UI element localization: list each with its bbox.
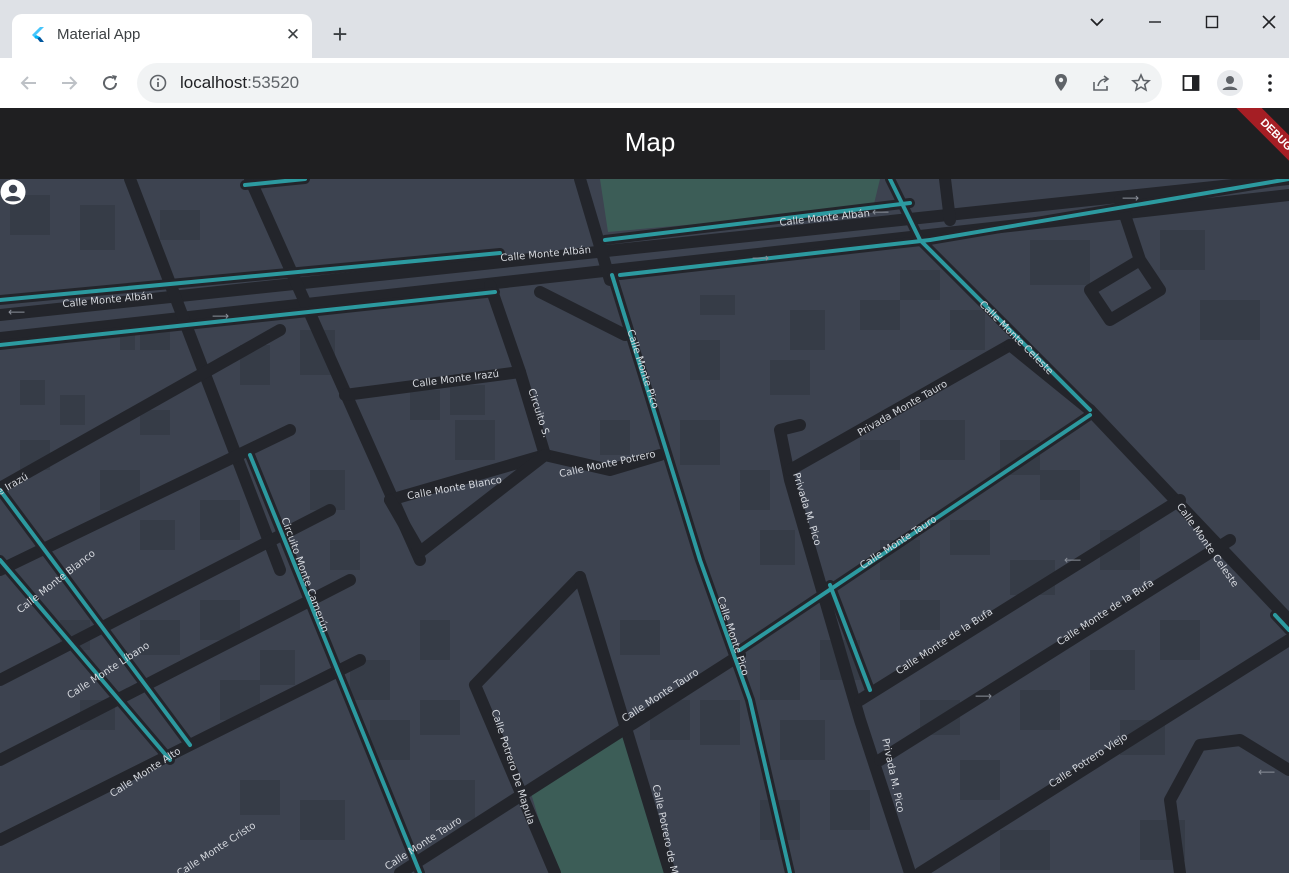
street-label: Calle Monte Cristo (175, 820, 258, 873)
reload-button[interactable] (94, 67, 126, 99)
tab-title: Material App (57, 26, 141, 43)
location-button[interactable] (1049, 71, 1073, 95)
maximize-button[interactable] (1190, 4, 1234, 40)
maximize-icon (1205, 15, 1219, 29)
minimize-icon (1149, 21, 1161, 23)
browser-tab[interactable]: Material App ✕ (12, 14, 312, 58)
forward-arrow-icon (62, 76, 78, 90)
app-bar: Map (0, 108, 1289, 179)
one-way-arrow: ⟶ (752, 251, 769, 265)
new-tab-button[interactable]: + (327, 21, 353, 48)
share-button[interactable] (1089, 71, 1113, 95)
star-icon (1131, 73, 1151, 92)
back-arrow-icon (20, 76, 36, 90)
back-button[interactable] (13, 67, 45, 99)
tab-search-button[interactable] (1075, 4, 1119, 40)
info-icon[interactable] (149, 74, 167, 92)
share-icon (1093, 75, 1110, 91)
profile-button[interactable] (1214, 67, 1246, 99)
close-tab-button[interactable]: ✕ (282, 24, 304, 46)
street-label: Calle Potrero Viejo (1047, 731, 1130, 790)
profile-avatar-icon (1217, 70, 1243, 96)
address-bar[interactable]: localhost:53520 (137, 63, 1162, 103)
chevron-down-icon (1090, 18, 1104, 27)
url-text[interactable]: localhost:53520 (180, 73, 299, 93)
one-way-arrow: ⟶ (975, 689, 992, 703)
user-location-icon[interactable] (0, 179, 26, 205)
browser-toolbar: localhost:53520 (0, 58, 1289, 108)
one-way-arrow: ⟵ (1258, 765, 1275, 779)
browser-menu-button[interactable] (1254, 67, 1286, 99)
map-view[interactable]: ⟵ ⟶ ⟶ ⟵ ⟶ ⟵ ⟶ ⟵ Calle Monte Albán Calle … (0, 179, 1289, 873)
page-title: Map (624, 127, 676, 157)
one-way-arrow: ⟵ (872, 205, 889, 219)
street-label: Calle Monte Celeste (977, 299, 1055, 377)
debug-banner: DEBUG (1209, 108, 1289, 188)
map-canvas[interactable]: ⟵ ⟶ ⟶ ⟵ ⟶ ⟵ ⟶ ⟵ Calle Monte Albán Calle … (0, 179, 1289, 873)
one-way-arrow: ⟶ (212, 309, 229, 323)
bookmark-button[interactable] (1129, 71, 1153, 95)
browser-tab-strip: Material App ✕ + (0, 0, 1289, 58)
one-way-arrow: ⟵ (8, 305, 25, 319)
street-label: Calle Monte Alto (108, 746, 183, 800)
side-panel-button[interactable] (1175, 67, 1207, 99)
debug-banner-label: DEBUG (1230, 108, 1289, 181)
minimize-button[interactable] (1133, 4, 1177, 40)
flutter-icon (32, 27, 44, 42)
forward-button[interactable] (53, 67, 85, 99)
street-label: Calle Monte de la Bufa (1055, 578, 1156, 649)
one-way-arrow: ⟶ (1122, 191, 1139, 205)
one-way-arrow: ⟵ (1064, 553, 1081, 567)
reload-icon (103, 75, 118, 91)
url-port: :53520 (247, 73, 300, 92)
kebab-menu-icon (1268, 74, 1272, 92)
location-pin-icon (1055, 74, 1067, 91)
side-panel-icon (1182, 75, 1200, 91)
url-host: localhost (180, 73, 248, 92)
close-window-button[interactable] (1247, 4, 1289, 40)
close-icon (1262, 15, 1276, 29)
street-label: Calle Monte Pico (624, 328, 660, 410)
